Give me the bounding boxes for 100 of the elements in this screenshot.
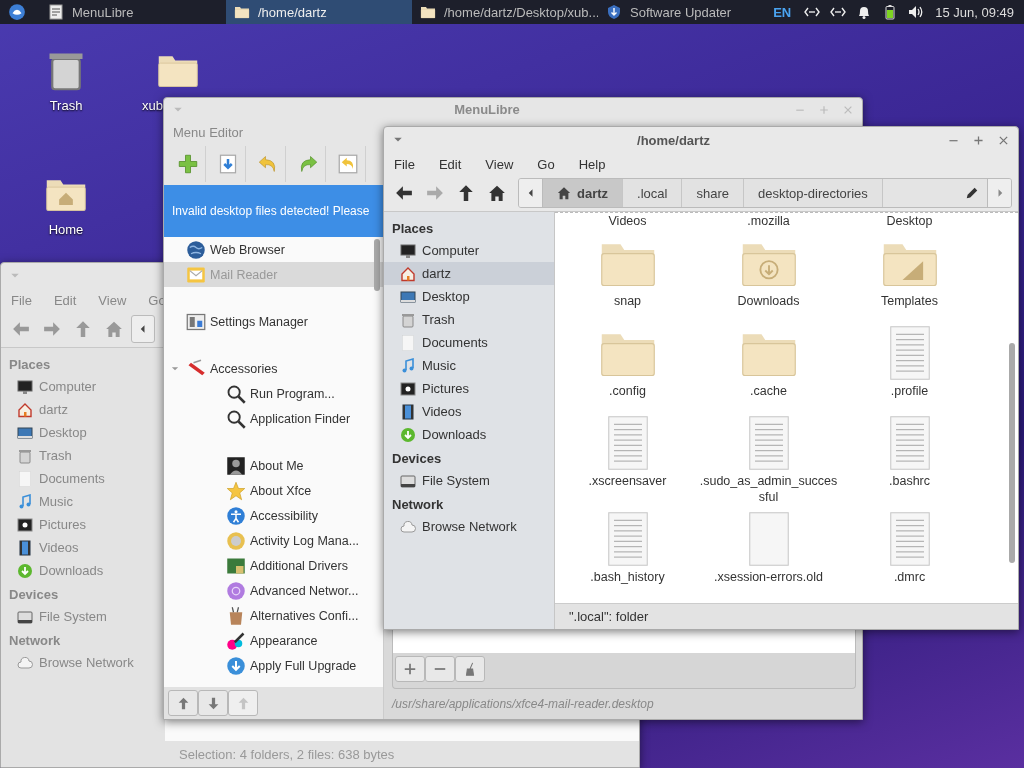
tree-item[interactable]: Additional Drivers [164,553,383,578]
trash-icon [17,447,33,464]
desktop-icon-label[interactable]: Home [48,222,84,237]
clock[interactable]: 15 Jun, 09:49 [935,4,1014,20]
volume-icon[interactable] [908,4,925,20]
file-name[interactable]: .mozilla [747,213,790,233]
paint-icon [226,630,246,651]
down-button[interactable] [198,690,228,716]
up-arrow-icon [176,696,190,710]
file-name[interactable]: .bashrc [889,473,930,489]
sidebar-item[interactable]: Desktop [384,285,554,308]
tree-item[interactable]: Apply Full Upgrade [164,653,383,678]
clear-button[interactable] [455,656,485,682]
tree-item[interactable]: Web Browser [164,237,383,262]
picture-icon [17,516,33,533]
menu-item[interactable]: Go [537,156,555,172]
network-icon [226,580,246,601]
window-title: /home/dartz [636,132,711,148]
sidebar-item[interactable]: Downloads [384,423,554,446]
file-name[interactable]: Videos [608,213,647,233]
tree-item[interactable]: Appearance [164,628,383,653]
editor-icon [48,4,64,20]
maximize-icon[interactable] [972,133,985,147]
house-icon [17,401,33,418]
house-icon [400,265,416,282]
tree-item[interactable]: Activity Log Mana... [164,528,383,553]
monitor-icon [17,378,33,395]
revert-icon [337,154,358,174]
drive-icon [400,472,416,489]
plus-icon [177,154,198,174]
scrollbar-thumb[interactable] [374,239,380,291]
file-name[interactable]: Desktop [886,213,933,233]
person-icon [226,455,246,476]
scrollbar-thumb[interactable] [1009,343,1015,563]
save-icon [217,154,238,174]
tree-item[interactable]: Run Program... [164,381,383,406]
sidebar-item[interactable]: Trash [384,308,554,331]
file-name[interactable]: .xscreensaver [588,473,667,489]
taskbar-button[interactable]: Software Updater [598,0,764,24]
sidebar-item[interactable]: Pictures [384,377,554,400]
up-arrow-icon [236,696,250,710]
add-button[interactable] [395,656,425,682]
film-icon [17,539,33,556]
search-icon [226,383,246,404]
sidebar-item[interactable]: dartz [384,262,554,285]
download-icon [400,426,416,443]
pencil-icon [965,186,979,200]
taskbar-button[interactable]: MenuLibre [40,0,226,24]
desktop-icon-label[interactable]: Trash [49,98,83,113]
left-arrow-icon [394,184,413,202]
file-name[interactable]: .profile [890,383,929,399]
file-name[interactable]: snap [613,293,642,309]
file-name[interactable]: Downloads [737,293,800,309]
file-name[interactable]: .sudo_as_admin_successful [699,473,838,505]
sidebar-item[interactable]: Browse Network [384,515,554,538]
status-text: ".local": folder [569,609,649,624]
picture-icon [400,380,416,397]
file-path: /usr/share/applications/xfce4-mail-reader.desktop [392,696,655,713]
menu-item[interactable]: Edit [438,156,462,172]
menu-item[interactable]: View [485,156,514,172]
file-name[interactable]: .dmrc [893,569,926,585]
home-icon [104,320,123,338]
taskbar-button[interactable]: /home/dartz [226,0,412,24]
path-button[interactable]: dartz [543,179,624,207]
taskbar-button[interactable]: /home/dartz/Desktop/xub... [412,0,598,24]
sidebar-item[interactable]: Videos [384,400,554,423]
file-name[interactable]: Templates [881,293,938,309]
scroll-left-button[interactable] [131,315,155,343]
tree-item[interactable]: About Me [164,453,383,478]
document-icon [17,470,33,487]
tree-item[interactable]: Accessories [164,356,383,381]
sidebar-item[interactable]: Computer [384,239,554,262]
menu-item[interactable]: File [394,156,415,172]
right-arrow-icon [425,184,444,202]
tree-item[interactable]: Advanced Networ... [164,578,383,603]
file-name[interactable]: .config [609,383,646,399]
tree-item[interactable]: Accessibility [164,503,383,528]
scroll-left-button[interactable] [519,179,543,207]
menu-item[interactable]: Help [578,156,606,172]
keyboard-layout[interactable]: EN [773,4,792,20]
sidebar-item[interactable]: Music [384,354,554,377]
sidebar-heading: Network [8,632,62,650]
file-name[interactable]: .bash_history [590,569,665,585]
tree-item[interactable]: Application Finder [164,406,383,431]
sidebar-item[interactable]: Documents [384,331,554,354]
tree-item[interactable]: About Xfce [164,478,383,503]
file-name[interactable]: .xsession-errors.old [713,569,824,585]
tree-item[interactable]: Settings Manager [164,309,383,334]
desktop-icon [17,424,33,441]
cloud-icon [400,518,416,535]
plus-icon [403,662,417,676]
file-name[interactable]: .cache [750,383,787,399]
sidebar-heading: Places [8,356,52,374]
globe-icon [186,239,206,260]
tree-item[interactable]: Alternatives Confi... [164,603,383,628]
info-message: Invalid desktop files detected! Please [172,204,370,218]
sidebar-item[interactable]: File System [384,469,554,492]
mouse-logo-icon[interactable] [8,3,26,21]
remove-button[interactable] [425,656,455,682]
desktop-icon-label[interactable]: xub [142,98,163,113]
